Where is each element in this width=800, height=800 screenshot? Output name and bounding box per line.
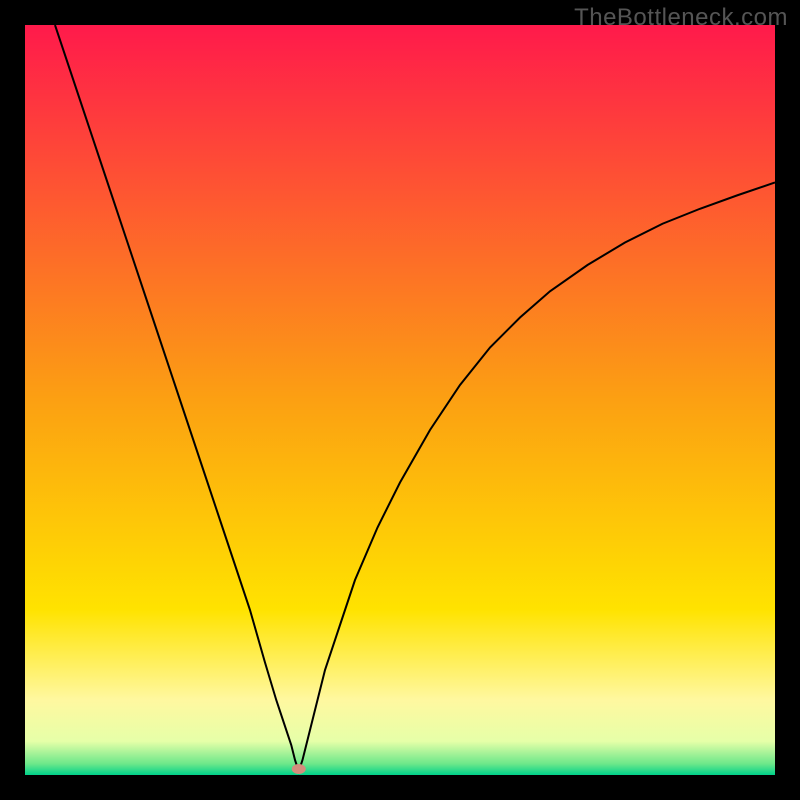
chart-frame: TheBottleneck.com bbox=[0, 0, 800, 800]
optimal-point-marker bbox=[292, 764, 306, 774]
bottleneck-chart bbox=[25, 25, 775, 775]
plot-area bbox=[25, 25, 775, 775]
gradient-background bbox=[25, 25, 775, 775]
